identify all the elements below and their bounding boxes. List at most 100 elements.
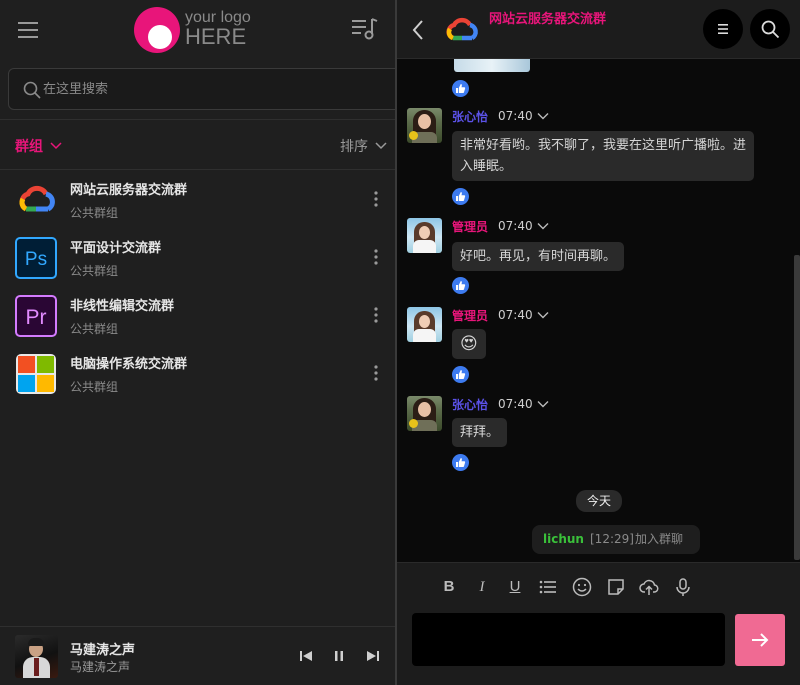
more-vertical-icon[interactable]	[368, 190, 384, 208]
logo-text-bottom: HERE	[185, 24, 247, 49]
photoshop-icon: Ps	[15, 237, 57, 279]
thumbs-up-icon	[456, 281, 466, 290]
sort-dropdown[interactable]: 排序	[340, 136, 388, 156]
chevron-down-icon[interactable]	[537, 309, 549, 321]
like-button[interactable]	[452, 188, 469, 205]
thumbs-up-icon	[456, 192, 466, 201]
music-player: 马建涛之声 马建涛之声	[0, 626, 395, 685]
join-notice: lichun [12:29] 加入群聊	[532, 525, 700, 554]
thumbs-up-icon	[456, 458, 466, 467]
chat-menu-button[interactable]	[703, 9, 743, 49]
thumbs-up-icon	[456, 370, 466, 379]
group-filter-dropdown[interactable]: 群组	[15, 136, 63, 156]
chevron-down-icon[interactable]	[537, 398, 549, 410]
thumbs-up-icon	[456, 84, 466, 93]
more-vertical-icon[interactable]	[368, 306, 384, 324]
avatar[interactable]	[407, 108, 442, 143]
song-artist: 马建涛之声	[70, 660, 131, 674]
list-button[interactable]	[538, 577, 558, 597]
search-input[interactable]	[43, 69, 383, 109]
chevron-down-icon[interactable]	[537, 220, 549, 232]
like-button[interactable]	[452, 80, 469, 97]
microphone-icon	[676, 578, 690, 596]
group-name: 网站云服务器交流群	[70, 183, 188, 198]
more-vertical-icon[interactable]	[368, 364, 384, 382]
group-name: 非线性编辑交流群	[70, 299, 175, 314]
smiley-icon	[572, 577, 592, 597]
menu-icon	[718, 24, 728, 34]
italic-button[interactable]: I	[472, 577, 492, 597]
premiere-icon: Pr	[15, 295, 57, 337]
svg-text:Pr: Pr	[26, 306, 47, 329]
group-type: 公共群组	[70, 264, 119, 278]
avatar[interactable]	[407, 218, 442, 253]
underline-button[interactable]: U	[505, 577, 525, 597]
group-name: 平面设计交流群	[70, 241, 162, 256]
logo-mark	[134, 7, 180, 53]
menu-icon[interactable]	[18, 21, 38, 39]
next-track-icon[interactable]	[365, 648, 381, 664]
message-bubble: 😍	[452, 329, 486, 359]
chat-panel: 网站云服务器交流群 张心怡 07:40 非常好看哟。我不聊了，我要在这里听广播啦…	[397, 0, 800, 685]
message-list[interactable]: 张心怡 07:40 非常好看哟。我不聊了，我要在这里听广播啦。进入睡眠。 管理员…	[397, 59, 800, 562]
group-list-item[interactable]: 电脑操作系统交流群 公共群组	[0, 344, 395, 402]
chat-header: 网站云服务器交流群	[397, 0, 800, 59]
message-time: 07:40	[498, 109, 533, 123]
bullet-list-icon	[539, 580, 556, 594]
group-list-item[interactable]: Ps 平面设计交流群 公共群组	[0, 228, 395, 286]
search-icon	[23, 81, 41, 99]
send-button[interactable]	[735, 614, 785, 666]
sort-label: 排序	[340, 139, 368, 155]
sticker-button[interactable]	[606, 577, 626, 597]
image-attachment[interactable]	[454, 59, 530, 72]
chat-search-button[interactable]	[750, 9, 790, 49]
group-list-item[interactable]: 网站云服务器交流群 公共群组	[0, 170, 395, 228]
voice-button[interactable]	[673, 577, 693, 597]
filter-bar: 群组 排序	[0, 120, 395, 169]
left-header: your logo HERE	[0, 0, 395, 60]
pause-icon[interactable]	[331, 648, 347, 664]
scrollbar[interactable]	[794, 255, 800, 560]
upload-button[interactable]	[639, 577, 659, 597]
message-bubble: 非常好看哟。我不聊了，我要在这里听广播啦。进入睡眠。	[452, 131, 754, 181]
message-author[interactable]: 张心怡	[452, 108, 488, 125]
day-separator: 今天	[576, 490, 622, 512]
album-cover[interactable]	[15, 635, 58, 678]
join-username[interactable]: lichun	[543, 525, 584, 554]
avatar[interactable]	[407, 307, 442, 342]
left-panel: your logo HERE 群组 排序	[0, 0, 403, 685]
chevron-down-icon[interactable]	[537, 110, 549, 122]
like-button[interactable]	[452, 454, 469, 471]
message-author[interactable]: 张心怡	[452, 396, 488, 413]
search-box	[8, 68, 403, 110]
svg-text:Ps: Ps	[25, 249, 47, 270]
message-input[interactable]	[412, 613, 725, 666]
chat-title: 网站云服务器交流群	[489, 12, 607, 27]
bold-button[interactable]: B	[439, 577, 459, 597]
emoji-button[interactable]	[572, 577, 592, 597]
message-time: 07:40	[498, 308, 533, 322]
group-list-item[interactable]: Pr 非线性编辑交流群 公共群组	[0, 286, 395, 344]
previous-track-icon[interactable]	[298, 648, 314, 664]
group-type: 公共群组	[70, 206, 119, 220]
logo: your logo HERE	[134, 6, 264, 54]
more-vertical-icon[interactable]	[368, 248, 384, 266]
join-time: [12:29]	[590, 532, 634, 546]
cloud-upload-icon	[639, 579, 659, 595]
join-text: 加入群聊	[635, 532, 684, 546]
back-arrow-icon[interactable]	[411, 19, 425, 41]
like-button[interactable]	[452, 366, 469, 383]
like-button[interactable]	[452, 277, 469, 294]
playlist-icon[interactable]	[352, 17, 378, 41]
message-author[interactable]: 管理员	[452, 307, 488, 324]
chevron-down-icon	[50, 142, 62, 150]
avatar[interactable]	[407, 396, 442, 431]
message-time: 07:40	[498, 397, 533, 411]
message-bubble: 好吧。再见，有时间再聊。	[452, 242, 625, 271]
group-list: 网站云服务器交流群 公共群组 Ps 平面设计交流群 公共群组 Pr 非线性编辑交…	[0, 170, 395, 402]
group-type: 公共群组	[70, 380, 119, 394]
google-cloud-icon	[446, 17, 478, 41]
message-author[interactable]: 管理员	[452, 218, 488, 235]
search-icon	[761, 20, 780, 39]
windows-icon	[16, 354, 56, 394]
